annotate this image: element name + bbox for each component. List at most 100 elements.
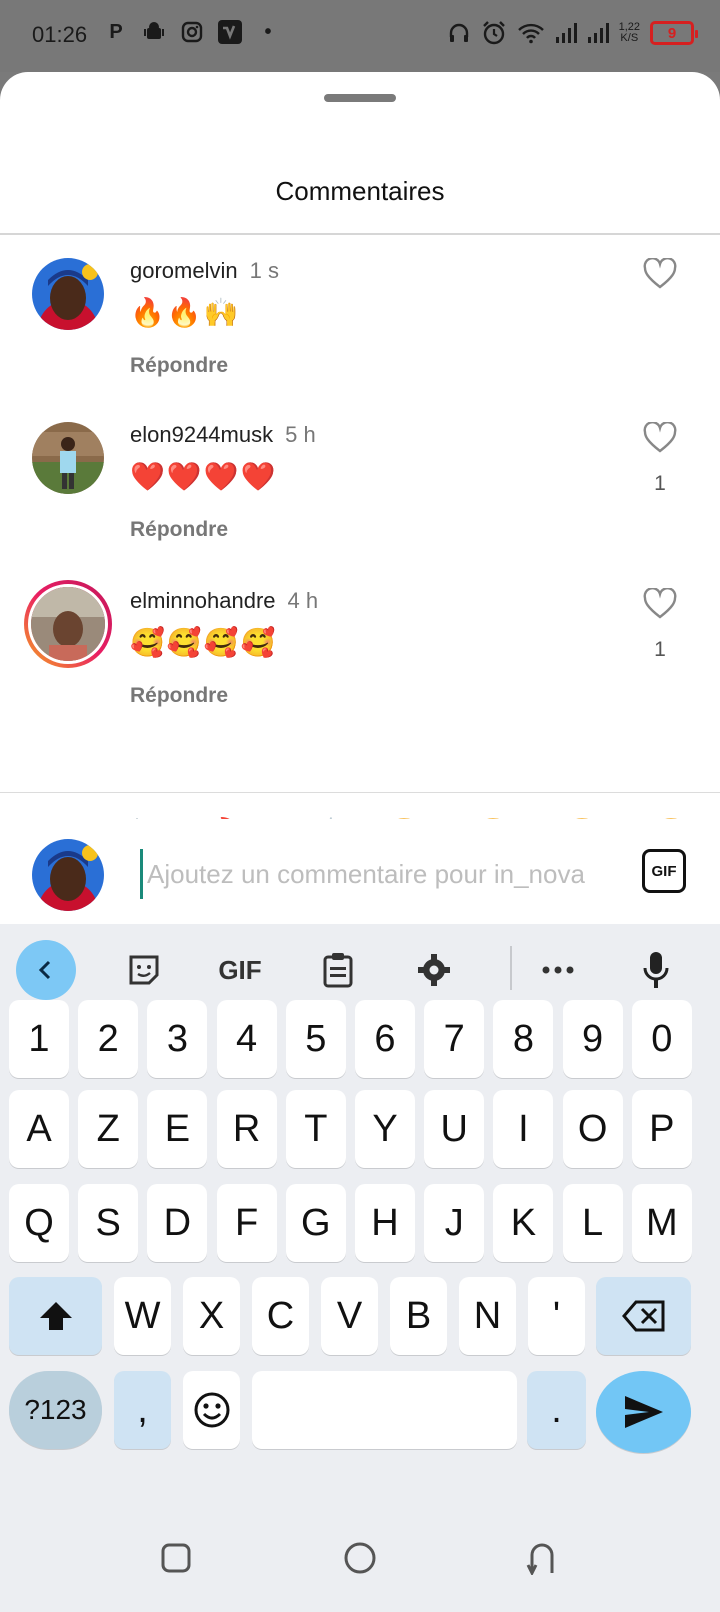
system-icons: 1,22 K/S 9	[447, 20, 698, 46]
list-divider	[0, 792, 720, 793]
like-count: 1	[654, 472, 666, 495]
reply-button[interactable]: Répondre	[130, 518, 228, 542]
signal-2-icon	[587, 23, 609, 43]
letter-key-a[interactable]: A	[9, 1090, 69, 1168]
gif-button[interactable]: GIF	[642, 849, 686, 893]
drag-handle[interactable]	[324, 94, 396, 102]
sticker-icon	[129, 955, 159, 985]
letter-key-t[interactable]: T	[285, 1090, 346, 1168]
letter-key-j[interactable]: J	[424, 1184, 485, 1262]
number-key-2[interactable]: 2	[78, 1000, 139, 1078]
alarm-icon	[482, 21, 505, 45]
letter-key-r[interactable]: R	[216, 1090, 277, 1168]
comment-username[interactable]: elon9244musk 5 h	[130, 422, 316, 448]
reply-button[interactable]: Répondre	[130, 684, 228, 708]
clipboard-button[interactable]	[308, 940, 368, 1000]
username-text[interactable]: goromelvin	[130, 258, 238, 283]
avatar[interactable]	[32, 258, 104, 330]
number-key-7[interactable]: 7	[424, 1000, 485, 1078]
voice-input-button[interactable]	[626, 940, 686, 1000]
number-key-6[interactable]: 6	[355, 1000, 415, 1078]
letter-key-q[interactable]: Q	[9, 1184, 69, 1262]
number-key-0[interactable]: 0	[631, 1000, 692, 1078]
letter-key-u[interactable]: U	[424, 1090, 485, 1168]
square-icon	[161, 1543, 191, 1573]
number-key-4[interactable]: 4	[216, 1000, 277, 1078]
more-options-button[interactable]	[528, 940, 588, 1000]
number-key-3[interactable]: 3	[147, 1000, 208, 1078]
like-heart-icon[interactable]	[643, 422, 677, 454]
like-heart-icon[interactable]	[643, 258, 677, 290]
number-key-8[interactable]: 8	[493, 1000, 554, 1078]
number-key-1[interactable]: 1	[9, 1000, 69, 1078]
letter-key-h[interactable]: H	[355, 1184, 415, 1262]
signal-1-icon	[555, 23, 577, 43]
wifi-icon	[517, 23, 544, 44]
toolbar-separator	[510, 946, 512, 990]
backspace-key[interactable]	[596, 1277, 691, 1355]
letter-key-w[interactable]: W	[114, 1277, 171, 1355]
avatar[interactable]	[32, 422, 104, 494]
collapse-toolbar-button[interactable]	[16, 940, 76, 1000]
send-icon	[624, 1396, 663, 1428]
emoji-key[interactable]	[183, 1371, 240, 1449]
letter-key-i[interactable]: I	[493, 1090, 554, 1168]
keyboard-gif-button[interactable]: GIF	[210, 940, 270, 1000]
comment-timestamp: 5 h	[285, 422, 316, 447]
comment-item: elminnohandre 4 h 🥰🥰🥰🥰 Répondre 1	[0, 580, 720, 738]
letter-key-x[interactable]: X	[183, 1277, 240, 1355]
symbols-key[interactable]: ?123	[9, 1371, 102, 1449]
reply-button[interactable]: Répondre	[130, 354, 228, 378]
letter-key-m[interactable]: M	[631, 1184, 692, 1262]
letter-key-l[interactable]: L	[562, 1184, 623, 1262]
comma-key[interactable]: ,	[114, 1371, 171, 1449]
recent-apps-button[interactable]	[156, 1538, 196, 1578]
comment-input[interactable]	[140, 849, 610, 899]
letter-key-d[interactable]: D	[147, 1184, 208, 1262]
letter-key-z[interactable]: Z	[78, 1090, 139, 1168]
headphones-icon	[449, 23, 468, 42]
comment-item: goromelvin 1 s 🔥🔥🙌 Répondre	[0, 258, 720, 408]
number-key-5[interactable]: 5	[285, 1000, 346, 1078]
send-key[interactable]	[596, 1371, 691, 1453]
clipboard-icon	[323, 953, 353, 988]
soft-keyboard: GIF 1234567890 AZERTYUIOP QSDFGHJKLM WXCVBN…	[0, 924, 720, 1612]
chevron-left-icon	[38, 960, 51, 980]
vimeo-icon	[218, 20, 242, 44]
space-key[interactable]	[252, 1371, 517, 1449]
settings-button[interactable]	[404, 940, 464, 1000]
letter-key-e[interactable]: E	[147, 1090, 208, 1168]
comment-username[interactable]: elminnohandre 4 h	[130, 588, 318, 614]
number-key-9[interactable]: 9	[562, 1000, 623, 1078]
letter-key-n[interactable]: N	[459, 1277, 516, 1355]
back-button[interactable]	[522, 1538, 562, 1578]
letter-key-p[interactable]: P	[631, 1090, 692, 1168]
avatar-story-ring[interactable]	[24, 580, 112, 668]
letter-key-apostrophe[interactable]: '	[528, 1277, 585, 1355]
notification-icons: P •	[104, 20, 280, 44]
letter-key-c[interactable]: C	[252, 1277, 309, 1355]
home-button[interactable]	[340, 1538, 380, 1578]
circle-icon	[344, 1542, 376, 1574]
instagram-icon	[180, 20, 204, 44]
letter-key-o[interactable]: O	[562, 1090, 623, 1168]
letter-key-k[interactable]: K	[493, 1184, 554, 1262]
letter-key-b[interactable]: B	[390, 1277, 447, 1355]
letter-key-s[interactable]: S	[78, 1184, 139, 1262]
letter-key-f[interactable]: F	[216, 1184, 277, 1262]
network-speed: 1,22 K/S	[619, 22, 640, 44]
letter-key-v[interactable]: V	[321, 1277, 378, 1355]
period-key[interactable]: .	[527, 1371, 586, 1449]
letter-key-y[interactable]: Y	[355, 1090, 415, 1168]
shift-key[interactable]	[9, 1277, 102, 1355]
username-text[interactable]: elon9244musk	[130, 422, 273, 447]
sticker-button[interactable]	[114, 940, 174, 1000]
comment-username[interactable]: goromelvin 1 s	[130, 258, 279, 284]
comment-timestamp: 1 s	[249, 258, 279, 283]
more-horizontal-icon	[542, 966, 574, 974]
username-text[interactable]: elminnohandre	[130, 588, 276, 613]
like-heart-icon[interactable]	[643, 588, 677, 620]
avatar[interactable]	[28, 584, 108, 664]
comment-text: 🥰🥰🥰🥰	[130, 627, 278, 658]
letter-key-g[interactable]: G	[285, 1184, 346, 1262]
